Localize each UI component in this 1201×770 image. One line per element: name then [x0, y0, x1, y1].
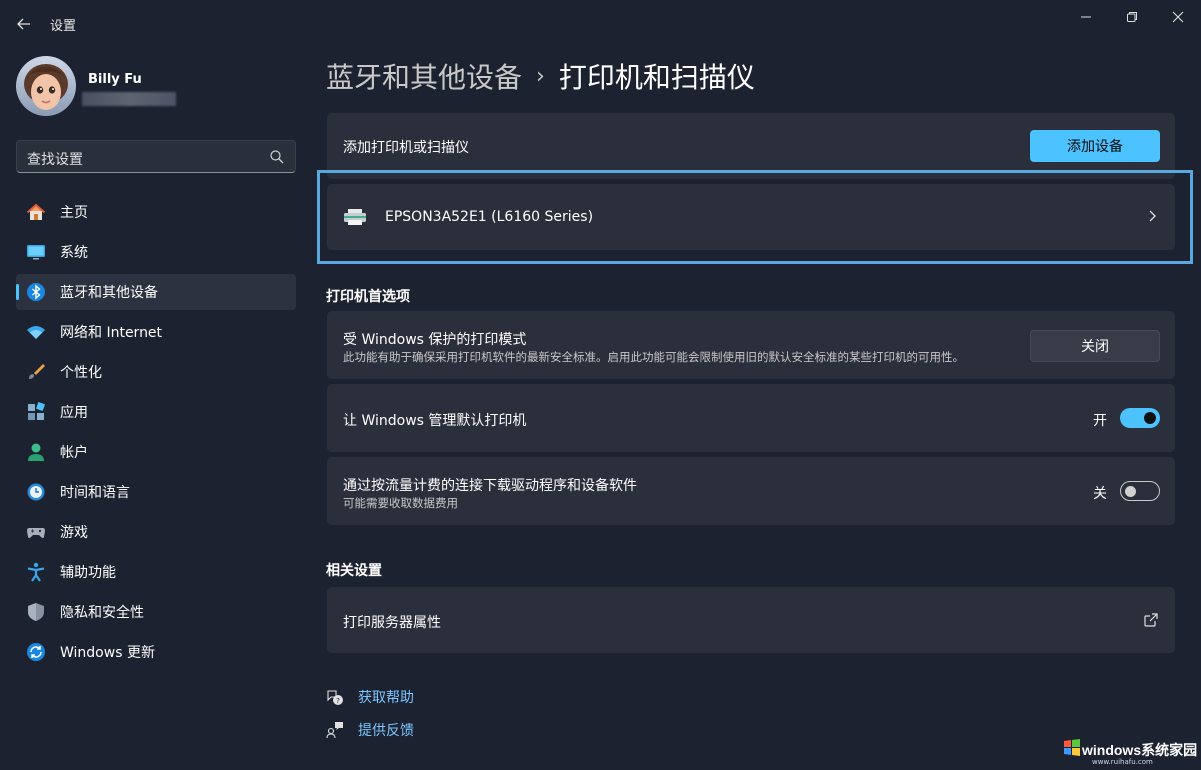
metered-download-desc: 可能需要收取数据费用	[343, 496, 458, 510]
shield-icon	[26, 602, 46, 622]
apps-icon	[26, 402, 46, 422]
sidebar-item-label: 游戏	[60, 525, 88, 541]
manage-default-printer-card: 让 Windows 管理默认打印机 开	[327, 384, 1175, 452]
metered-download-title: 通过按流量计费的连接下载驱动程序和设备软件	[343, 478, 637, 494]
minimize-icon	[1081, 16, 1091, 18]
give-feedback-label: 提供反馈	[358, 723, 414, 739]
print-server-properties-label: 打印服务器属性	[343, 615, 441, 631]
title-bar: 设置	[0, 0, 1201, 46]
secure-print-mode-title: 受 Windows 保护的打印模式	[343, 332, 527, 348]
user-email-redacted	[82, 92, 176, 106]
help-icon: ?	[326, 688, 344, 706]
secure-print-mode-button[interactable]: 关闭	[1030, 330, 1160, 362]
sidebar-item-label: 系统	[60, 245, 88, 261]
breadcrumb: 蓝牙和其他设备 › 打印机和扫描仪	[326, 56, 755, 96]
sidebar-item-home[interactable]: 主页	[16, 194, 296, 230]
printer-item[interactable]: EPSON3A52E1 (L6160 Series)	[327, 184, 1175, 250]
toggle-state-label: 关	[1093, 486, 1107, 502]
restore-button[interactable]	[1120, 6, 1144, 28]
page-title: 打印机和扫描仪	[558, 61, 755, 94]
metered-download-toggle[interactable]	[1120, 481, 1160, 501]
svg-text:?: ?	[336, 697, 340, 705]
time-language-icon	[26, 482, 46, 502]
avatar	[16, 56, 76, 116]
close-icon	[1172, 11, 1184, 23]
sidebar-item-label: 蓝牙和其他设备	[60, 285, 158, 301]
sidebar-item-label: 主页	[60, 205, 88, 221]
secure-print-mode-card: 受 Windows 保护的打印模式 此功能有助于确保采用打印机软件的最新安全标准…	[327, 311, 1175, 379]
printer-name: EPSON3A52E1 (L6160 Series)	[385, 209, 594, 225]
user-name: Billy Fu	[88, 72, 142, 87]
toggle-knob	[1144, 412, 1156, 424]
sidebar-item-gaming[interactable]: 游戏	[16, 514, 296, 550]
minimize-button[interactable]	[1074, 6, 1098, 28]
sidebar-item-privacy[interactable]: 隐私和安全性	[16, 594, 296, 630]
sidebar-item-label: 隐私和安全性	[60, 605, 144, 621]
manage-default-printer-toggle[interactable]	[1120, 408, 1160, 428]
toggle-state-label: 开	[1093, 413, 1107, 429]
update-icon	[26, 642, 46, 662]
brush-icon	[26, 362, 46, 382]
sidebar-item-system[interactable]: 系统	[16, 234, 296, 270]
sidebar-item-label: 应用	[60, 405, 88, 421]
breadcrumb-separator: ›	[536, 63, 545, 89]
sidebar-item-label: 时间和语言	[60, 485, 130, 501]
metered-download-card: 通过按流量计费的连接下载驱动程序和设备软件 可能需要收取数据费用 关	[327, 457, 1175, 525]
system-icon	[26, 242, 46, 262]
accessibility-icon	[26, 562, 46, 582]
sidebar-item-accessibility[interactable]: 辅助功能	[16, 554, 296, 590]
bluetooth-icon	[26, 282, 46, 302]
back-arrow-icon	[17, 18, 30, 30]
app-title: 设置	[50, 19, 77, 34]
wifi-icon	[26, 322, 46, 342]
chevron-right-icon	[1149, 210, 1156, 222]
sidebar-item-personalization[interactable]: 个性化	[16, 354, 296, 390]
secure-print-mode-desc: 此功能有助于确保采用打印机软件的最新安全标准。启用此功能可能会限制使用旧的默认安…	[343, 350, 964, 364]
sidebar-item-apps[interactable]: 应用	[16, 394, 296, 430]
sidebar-nav: 主页 系统 蓝牙和其他设备 网络和 Internet 个性化 应用 帐户 时间和…	[16, 194, 296, 674]
sidebar-item-network[interactable]: 网络和 Internet	[16, 314, 296, 350]
add-device-button[interactable]: 添加设备	[1030, 130, 1160, 162]
open-external-icon	[1144, 613, 1158, 627]
active-indicator	[16, 284, 19, 300]
account-icon	[26, 442, 46, 462]
watermark-logo: windows系统家园 www.ruihafu.com	[1062, 728, 1198, 768]
add-printer-label: 添加打印机或扫描仪	[343, 140, 469, 156]
search-icon	[270, 150, 284, 164]
restore-icon	[1127, 12, 1137, 22]
watermark-url: www.ruihafu.com	[1092, 758, 1153, 766]
breadcrumb-parent[interactable]: 蓝牙和其他设备	[326, 56, 522, 96]
watermark-name: windows系统家园	[1082, 742, 1198, 758]
sidebar-item-label: Windows 更新	[60, 645, 155, 661]
windows-logo-icon	[1064, 739, 1080, 756]
search-box[interactable]: 查找设置	[16, 140, 296, 173]
back-button[interactable]	[12, 12, 36, 36]
section-title-related: 相关设置	[326, 563, 382, 579]
manage-default-printer-title: 让 Windows 管理默认打印机	[343, 413, 527, 429]
sidebar-item-label: 帐户	[60, 445, 88, 461]
close-button[interactable]	[1166, 6, 1190, 28]
get-help-label: 获取帮助	[358, 690, 414, 706]
give-feedback-link[interactable]: 提供反馈	[326, 719, 414, 741]
feedback-icon	[326, 721, 344, 739]
get-help-link[interactable]: ? 获取帮助	[326, 686, 414, 708]
sidebar-item-label: 个性化	[60, 365, 102, 381]
search-input[interactable]: 查找设置	[27, 149, 83, 169]
home-icon	[26, 202, 46, 222]
sidebar-item-windows-update[interactable]: Windows 更新	[16, 634, 296, 670]
toggle-knob	[1125, 486, 1136, 497]
print-server-properties-item[interactable]: 打印服务器属性	[327, 587, 1175, 653]
user-profile[interactable]: Billy Fu	[16, 56, 296, 120]
gaming-icon	[26, 522, 46, 542]
sidebar-item-bluetooth[interactable]: 蓝牙和其他设备	[16, 274, 296, 310]
section-title-printer-prefs: 打印机首选项	[326, 289, 410, 305]
sidebar-item-label: 辅助功能	[60, 565, 116, 581]
printer-icon	[344, 209, 366, 225]
sidebar-item-accounts[interactable]: 帐户	[16, 434, 296, 470]
sidebar-item-time-language[interactable]: 时间和语言	[16, 474, 296, 510]
sidebar-item-label: 网络和 Internet	[60, 325, 163, 341]
